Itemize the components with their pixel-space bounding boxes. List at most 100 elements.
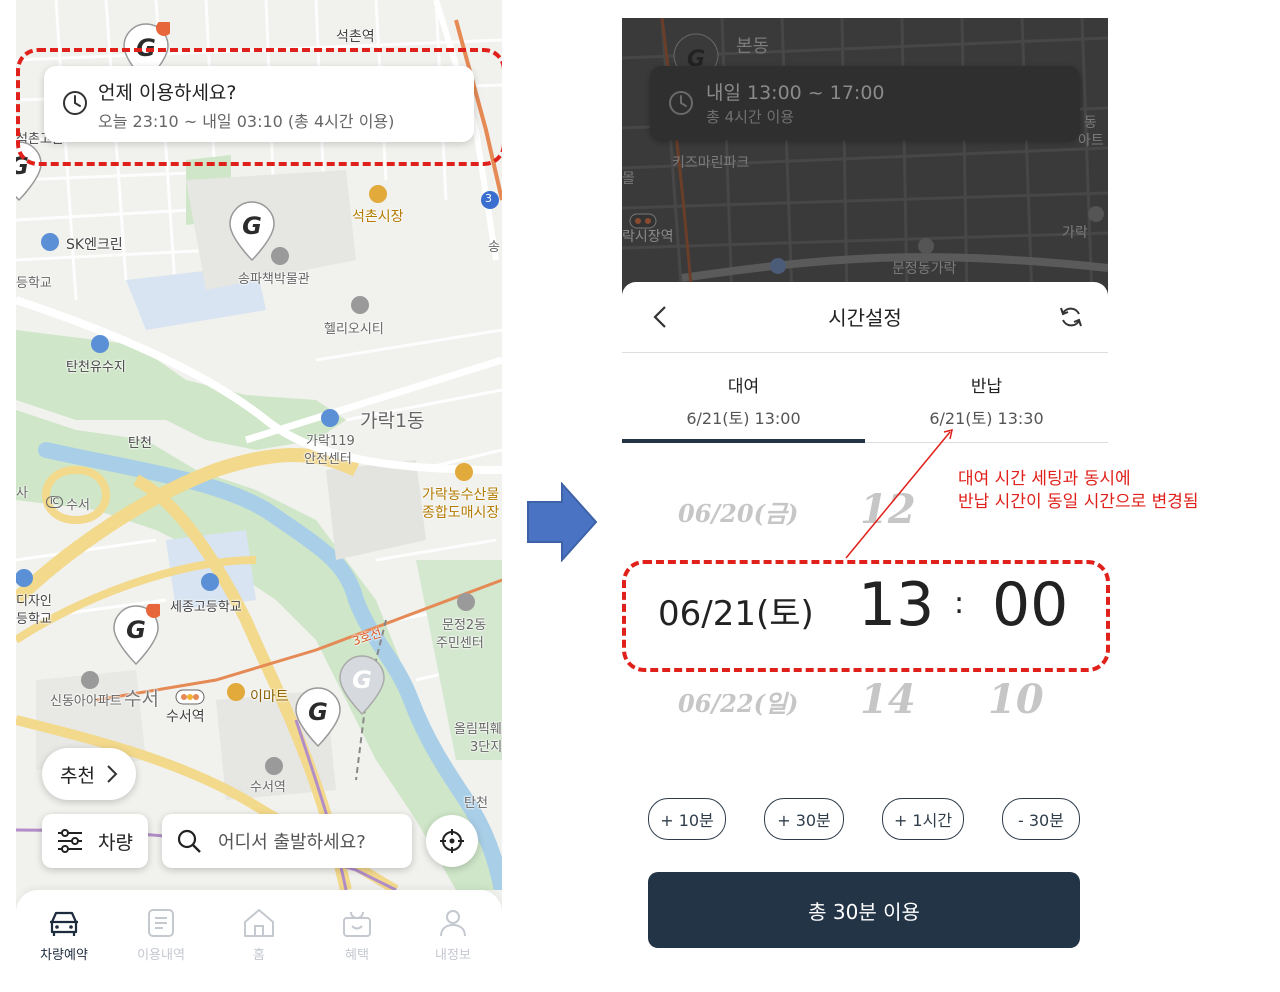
car-pin-icon[interactable]: G (112, 604, 160, 666)
sheet-divider (622, 352, 1108, 353)
nav-label-benefits: 혜택 (345, 948, 369, 963)
tab-rental[interactable]: 대여 6/21(토) 13:00 (622, 372, 865, 429)
map-label-seokchon-station: 석촌역 (336, 29, 375, 45)
map-label-suseo-station: 수서역 (166, 709, 205, 725)
map-label-sindong-apt: 신동아아파트 (50, 694, 122, 709)
nav-item-myinfo[interactable]: 내정보 (408, 908, 498, 963)
vehicle-filter-button[interactable]: 차량 (42, 814, 148, 868)
map-label-garak119-2: 안전센터 (304, 452, 352, 467)
highlight-box-picker (622, 560, 1110, 672)
tab-return[interactable]: 반납 6/21(토) 13:30 (865, 372, 1108, 429)
add-10min-chip[interactable]: + 10분 (648, 798, 726, 840)
map-label-tancheon-reservoir: 탄천유수지 (66, 360, 126, 375)
selected-time-subtitle: 총 4시간 이용 (706, 108, 795, 126)
svg-text:G: G (308, 698, 328, 726)
nav-item-benefits[interactable]: 혜택 (312, 908, 402, 963)
dark-label-bondong: 본동 (736, 36, 770, 57)
dark-label-dong: 동 (1084, 115, 1097, 131)
clock-icon (669, 91, 693, 115)
transition-arrow-icon (527, 482, 598, 562)
annotation-text: 대여 시간 세팅과 동시에 반납 시간이 동일 시간으로 변경됨 (958, 468, 1199, 514)
recommend-label: 추천 (60, 764, 95, 787)
car-icon (50, 911, 78, 936)
map-label-suseo-ic: 수서 (66, 498, 90, 513)
map-label-munjeong2-1: 문정2동 (442, 618, 487, 633)
map-label-design-2: 등학교 (16, 612, 52, 627)
dark-label-garak: 가락 (1062, 225, 1088, 241)
map-label-school: 등학교 (16, 276, 52, 291)
picker-next-date[interactable]: 06/22(일) (678, 684, 798, 719)
list-icon (148, 909, 174, 937)
tab-active-indicator (622, 439, 865, 443)
nav-label-home: 홈 (253, 948, 265, 963)
svg-text:G: G (352, 666, 372, 694)
nav-item-home[interactable]: 홈 (214, 908, 304, 963)
add-30min-chip[interactable]: + 30분 (764, 798, 844, 840)
svg-text:G: G (242, 212, 262, 240)
tab-rental-value: 6/21(토) 13:00 (686, 409, 801, 428)
chevron-right-icon (107, 765, 118, 783)
highlight-box-when (16, 48, 502, 166)
dark-label-apt: 아트 (1078, 133, 1104, 149)
picker-next-minute[interactable]: 10 (988, 676, 1044, 723)
dark-label-munjeong-garak: 문정동가락 (892, 261, 957, 277)
map-label-tancheon: 탄천 (128, 436, 152, 451)
gift-icon (343, 911, 371, 937)
tab-rental-label: 대여 (727, 377, 760, 397)
map-label-garak119-1: 가락119 (306, 434, 355, 449)
search-icon (177, 829, 201, 853)
map-label-helio-city: 헬리오시티 (324, 322, 384, 337)
left-phone-screen: 석촌역 석촌고분 석촌시장 SK엔크린 등학교 송 3 송파책박물관 헬리오시티… (16, 0, 502, 992)
map-label-tancheon-2: 탄천 (464, 796, 488, 811)
dimmed-map-view: G 본동 키즈마린파크 몰 락시장역 문정동가락 동 아트 가락 내일 13:0… (622, 18, 1108, 298)
map-label-garak-market-1: 가락농수산물 (422, 487, 500, 503)
picker-next-hour[interactable]: 14 (860, 676, 916, 723)
map-label-garak1dong: 가락1동 (360, 410, 425, 432)
search-input[interactable]: 어디서 출발하세요? (162, 814, 412, 868)
map-label-munjeong2-2: 주민센터 (436, 636, 484, 651)
nav-item-history[interactable]: 이용내역 (116, 908, 206, 963)
recommend-button[interactable]: 추천 (42, 748, 136, 800)
map-label-suseo-station-2: 수서역 (250, 780, 286, 795)
map-label-suseo-big: 수서 (124, 688, 159, 710)
annotation-line-1: 대여 시간 세팅과 동시에 (958, 469, 1131, 489)
refresh-icon[interactable] (1058, 304, 1084, 330)
vehicle-filter-label: 차량 (98, 831, 133, 854)
map-label-sa: 사 (16, 486, 28, 501)
map-label-design-1: 디자인 (16, 594, 52, 609)
add-1hour-chip[interactable]: + 1시간 (882, 798, 964, 840)
time-setting-sheet: 시간설정 대여 6/21(토) 13:00 반납 6/21(토) 13:30 0… (622, 282, 1110, 992)
bottom-nav: 차량예약 이용내역 홈 혜택 내정보 (16, 890, 502, 992)
map-label-songpa-museum: 송파책박물관 (238, 272, 310, 287)
dark-label-mol: 몰 (622, 171, 635, 187)
map-label-garak-market-2: 종합도매시장 (422, 505, 500, 521)
tab-return-label: 반납 (970, 377, 1003, 397)
nav-label-history: 이용내역 (137, 948, 185, 963)
map-label-emart: 이마트 (250, 689, 289, 705)
confirm-usage-button[interactable]: 총 30분 이용 (648, 872, 1080, 948)
map-label-seokchon-market: 석촌시장 (352, 209, 404, 225)
map-label-song: 송 (488, 240, 500, 255)
map-label-sejong-high: 세종고등학교 (170, 600, 242, 615)
svg-text:G: G (126, 616, 146, 644)
map-label-sk-enclean: SK엔크린 (66, 237, 123, 253)
crosshair-icon (440, 829, 464, 853)
car-pin-icon[interactable]: G (228, 200, 276, 262)
map-label-olympic-1: 올림픽훼 (454, 722, 502, 737)
sheet-title: 시간설정 (828, 306, 902, 330)
nav-label-myinfo: 내정보 (435, 948, 471, 963)
car-pin-icon[interactable]: G (338, 654, 386, 716)
map-label-route-3: 3 (485, 192, 492, 205)
picker-prev-date[interactable]: 06/20(금) (678, 494, 798, 529)
home-icon (244, 909, 274, 937)
filter-sliders-icon (58, 829, 82, 853)
annotation-line-2: 반납 시간이 동일 시간으로 변경됨 (958, 492, 1199, 512)
person-icon (440, 910, 466, 937)
minus-30min-chip[interactable]: - 30분 (1002, 798, 1080, 840)
nav-item-reservation[interactable]: 차량예약 (19, 908, 109, 963)
car-pin-icon[interactable]: G (294, 686, 342, 748)
dark-label-kids-marine: 키즈마린파크 (672, 155, 750, 171)
map-label-olympic-2: 3단지 (470, 740, 502, 755)
my-location-button[interactable] (426, 815, 478, 867)
selected-time-title: 내일 13:00 ~ 17:00 (706, 82, 885, 104)
